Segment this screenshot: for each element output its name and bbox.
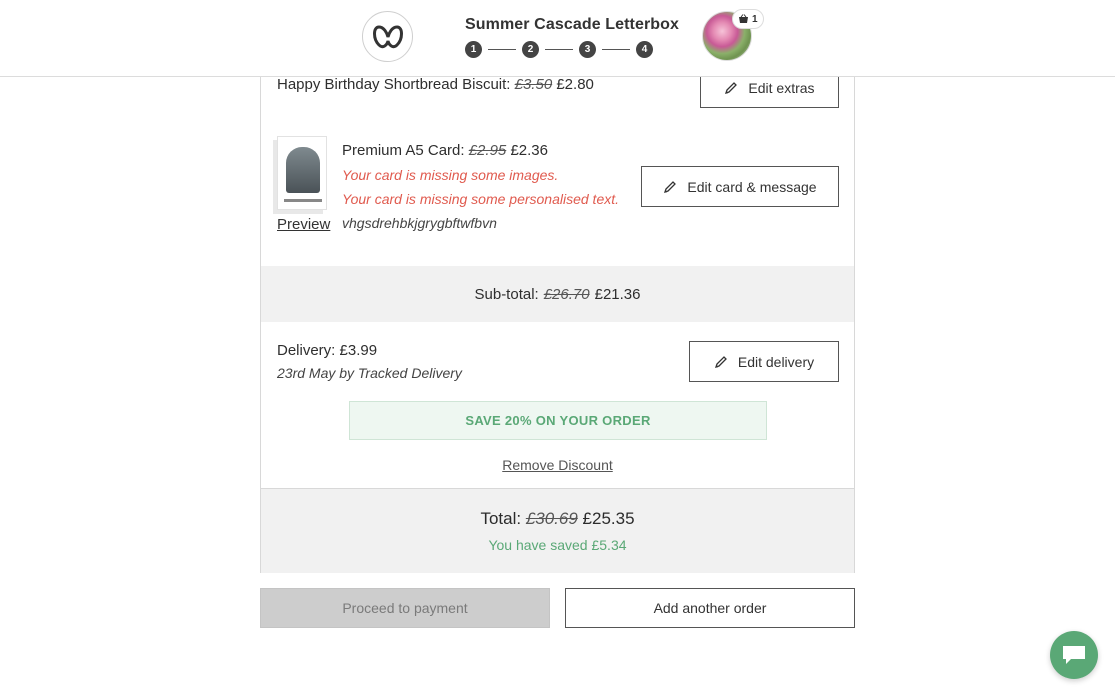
card-warning-text: Your card is missing some personalised t… xyxy=(342,191,620,207)
brand-loop-icon xyxy=(372,24,403,48)
card-message: vhgsdrehbkjgrygbftwfbvn xyxy=(342,215,497,231)
chat-widget-button[interactable] xyxy=(1050,631,1098,679)
extras-old-price: £3.50 xyxy=(514,76,553,93)
basket-icon xyxy=(739,14,748,23)
total-label: Total: xyxy=(480,509,522,528)
total-old-price: £30.69 xyxy=(525,509,578,528)
step-1[interactable]: 1 xyxy=(465,41,482,58)
edit-card-button[interactable]: Edit card & message xyxy=(641,166,839,207)
card-thumbnail[interactable] xyxy=(277,136,327,210)
step-4[interactable]: 4 xyxy=(636,41,653,58)
edit-card-label: Edit card & message xyxy=(687,178,817,195)
step-connector xyxy=(488,49,516,50)
chat-bubble-icon xyxy=(1063,646,1085,664)
total-line: Total: £30.69 £25.35 xyxy=(261,509,854,529)
edit-delivery-button[interactable]: Edit delivery xyxy=(689,341,839,382)
add-another-order-button[interactable]: Add another order xyxy=(565,588,855,628)
card-price: £2.36 xyxy=(510,142,548,159)
card-warning-images: Your card is missing some images. xyxy=(342,167,559,183)
proceed-to-payment-button[interactable]: Proceed to payment xyxy=(260,588,550,628)
remove-discount-link[interactable]: Remove Discount xyxy=(502,457,613,473)
brand-logo[interactable] xyxy=(362,11,413,62)
edit-extras-label: Edit extras xyxy=(748,79,815,96)
card-photo xyxy=(286,147,320,193)
delivery-detail: 23rd May by Tracked Delivery xyxy=(277,365,462,381)
extras-name: Happy Birthday Shortbread Biscuit: xyxy=(277,76,511,93)
card-caption-line xyxy=(284,199,322,202)
product-title: Summer Cascade Letterbox xyxy=(465,16,680,33)
checkout-steps: 1 2 3 4 xyxy=(465,41,653,58)
pencil-icon xyxy=(714,355,727,368)
subtotal-price: £21.36 xyxy=(594,285,641,303)
total-price: £25.35 xyxy=(582,509,635,528)
step-connector xyxy=(602,49,630,50)
step-connector xyxy=(545,49,573,50)
discount-banner: SAVE 20% ON YOUR ORDER xyxy=(349,401,767,440)
delivery-label: Delivery: £3.99 xyxy=(277,342,378,359)
pencil-icon xyxy=(664,180,677,193)
card-name: Premium A5 Card: xyxy=(342,142,465,159)
subtotal-label: Sub-total: xyxy=(474,285,539,303)
remove-discount-wrap: Remove Discount xyxy=(261,457,854,473)
site-header: Summer Cascade Letterbox 1 2 3 4 1 xyxy=(0,0,1115,77)
preview-link[interactable]: Preview xyxy=(277,216,330,233)
order-summary: Happy Birthday Shortbread Biscuit: £3.50… xyxy=(260,68,855,573)
edit-delivery-label: Edit delivery xyxy=(737,353,815,370)
savings-text: You have saved £5.34 xyxy=(488,537,627,553)
step-2[interactable]: 2 xyxy=(522,41,539,58)
subtotal-row: Sub-total: £26.70 £21.36 xyxy=(261,266,854,322)
pencil-icon xyxy=(725,81,738,94)
extras-price: £2.80 xyxy=(556,76,594,93)
card-line: Premium A5 Card: £2.95 £2.36 xyxy=(342,142,548,159)
basket-count: 1 xyxy=(752,13,758,25)
subtotal-old-price: £26.70 xyxy=(543,285,590,303)
basket-badge[interactable]: 1 xyxy=(732,9,764,29)
step-3[interactable]: 3 xyxy=(579,41,596,58)
card-old-price: £2.95 xyxy=(468,142,507,159)
total-row: Total: £30.69 £25.35 You have saved £5.3… xyxy=(261,488,854,573)
extras-line: Happy Birthday Shortbread Biscuit: £3.50… xyxy=(277,76,594,93)
